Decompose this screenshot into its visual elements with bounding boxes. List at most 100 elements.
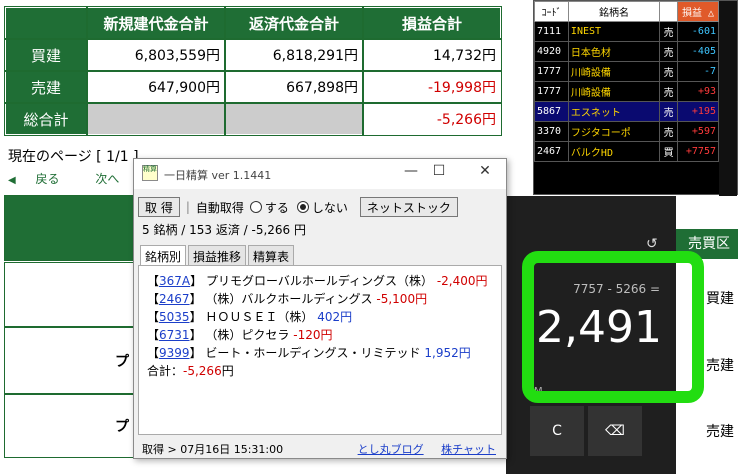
minimize-icon[interactable]: — xyxy=(396,163,426,179)
ranking-pl: +597 xyxy=(677,121,719,142)
ranking-pl: +195 xyxy=(677,101,719,122)
header-pl-total: 損益合計 xyxy=(362,6,502,40)
list-item: 【367A】 プリモグローバルホールディングス（株） -2,400円 xyxy=(147,274,488,288)
highlight-frame xyxy=(522,251,704,403)
ranking-header-code: ｺｰﾄﾞ xyxy=(534,1,569,22)
ranking-scrollbar[interactable] xyxy=(719,1,737,196)
ranking-code: 7111 xyxy=(534,21,569,42)
side-cell: 売建 xyxy=(706,358,734,374)
side-cell: 売建 xyxy=(706,424,734,440)
app-icon-text: 精算 xyxy=(143,165,157,173)
ranking-code: 4920 xyxy=(534,41,569,62)
status-bar: 取得 > 07月16日 15:31:00 とし丸ブログ 株チャット xyxy=(142,441,502,457)
table-row[interactable]: 2467 バルクHD 買 +7757 xyxy=(534,141,719,162)
ranking-header-pl[interactable]: 損益 △ xyxy=(677,1,719,22)
page-indicator: 現在のページ [ 1/1 ] xyxy=(8,149,139,165)
radio-auto-on-label: する xyxy=(264,200,289,215)
ranking-pl: -7 xyxy=(677,61,719,82)
ranking-name: エスネット xyxy=(567,101,661,122)
ranking-code: 3370 xyxy=(534,121,569,142)
back-label: 戻る xyxy=(35,172,60,186)
maximize-icon[interactable]: ☐ xyxy=(424,163,454,179)
ranking-pl: -601 xyxy=(677,21,719,42)
stock-code-link[interactable]: 6731 xyxy=(159,328,190,342)
ranking-header-pl-label: 損益 xyxy=(682,8,702,19)
fetch-timestamp: 取得 > 07月16日 15:31:00 xyxy=(142,443,284,456)
ranking-name: バルクHD xyxy=(567,141,661,162)
table-row: 総合計 -5,266円 xyxy=(4,102,502,136)
stock-code-link[interactable]: 5035 xyxy=(159,310,190,324)
table-row[interactable]: 5867 エスネット 売 +195 xyxy=(534,101,719,122)
ranking-header-name: 銘柄名 xyxy=(567,1,661,22)
ranking-name: 川崎設備 xyxy=(567,81,661,102)
stock-name: （株）バルクホールディングス xyxy=(205,292,373,306)
title-bar[interactable]: 精算 一日精算 ver 1.1441 — ☐ ✕ xyxy=(134,159,506,189)
window-title: 一日精算 ver 1.1441 xyxy=(164,169,272,182)
pl-value: -5,266円 xyxy=(362,102,502,136)
stock-code-link[interactable]: 367A xyxy=(159,274,190,288)
new-total-value: 647,900円 xyxy=(86,70,226,104)
blog-link[interactable]: とし丸ブログ xyxy=(358,443,424,456)
stock-pl: -5,100円 xyxy=(376,292,428,306)
ranking-code: 1777 xyxy=(534,81,569,102)
stock-pl: -120円 xyxy=(293,328,333,342)
table-row[interactable]: 1777 川崎設備 売 -7 xyxy=(534,61,719,82)
ranking-side: 売 xyxy=(659,81,679,102)
ranking-code: 1777 xyxy=(534,61,569,82)
table-row[interactable]: 4920 日本色材 売 -405 xyxy=(534,41,719,62)
auto-fetch-label: 自動取得 xyxy=(195,200,244,215)
ranking-pl: -405 xyxy=(677,41,719,62)
ranking-table: ｺｰﾄﾞ 銘柄名 損益 △ 7111 INEST 売 -601 4920 日本色… xyxy=(534,1,719,162)
ranking-side: 売 xyxy=(659,41,679,62)
stock-code-link[interactable]: 9399 xyxy=(159,346,190,360)
radio-auto-off[interactable] xyxy=(296,201,309,213)
list-cell xyxy=(4,262,136,327)
header-close-total: 返済代金合計 xyxy=(224,6,364,40)
row-label: 買建 xyxy=(4,38,88,72)
table-row[interactable]: 1777 川崎設備 売 +93 xyxy=(534,81,719,102)
table-row[interactable]: 7111 INEST 売 -601 xyxy=(534,21,719,42)
tab-settlement[interactable]: 精算表 xyxy=(248,245,295,267)
ranking-code: 2467 xyxy=(534,141,569,162)
total-value: -5,266 xyxy=(183,364,222,378)
pl-value: -19,998円 xyxy=(362,70,502,104)
table-row[interactable]: 3370 フジタコーポ 売 +597 xyxy=(534,121,719,142)
chat-link[interactable]: 株チャット xyxy=(441,443,496,456)
daily-settlement-dialog: 精算 一日精算 ver 1.1441 — ☐ ✕ 取 得 | 自動取得 する し… xyxy=(133,158,507,459)
total-unit: 円 xyxy=(221,364,234,378)
stock-code-link[interactable]: 2467 xyxy=(159,292,190,306)
triangle-left-icon: ◀ xyxy=(8,175,16,186)
list-header-bg xyxy=(4,195,136,261)
back-link[interactable]: ◀ 戻る xyxy=(8,172,76,186)
pl-value: 14,732円 xyxy=(362,38,502,72)
new-total-value: 6,803,559円 xyxy=(86,38,226,72)
truncated-text-glyph: プ xyxy=(115,419,129,435)
stock-name: （株）ピクセラ xyxy=(205,328,290,342)
close-total-value: 6,818,291円 xyxy=(224,38,364,72)
ranking-side: 売 xyxy=(659,61,679,82)
tab-pl-trend[interactable]: 損益推移 xyxy=(188,245,247,267)
radio-auto-on[interactable] xyxy=(249,201,262,213)
net-stock-button[interactable]: ネットストック xyxy=(359,197,458,217)
total-line: 合計：-5,266円 xyxy=(147,362,495,380)
close-icon[interactable]: ✕ xyxy=(470,163,500,179)
list-cell: プ xyxy=(4,394,136,458)
stock-list-panel: 【367A】 プリモグローバルホールディングス（株） -2,400円 【2467… xyxy=(138,265,502,435)
backspace-button[interactable]: ⌫ xyxy=(588,406,642,456)
side-cell: 買建 xyxy=(706,291,734,307)
table-row: 売建 647,900円 667,898円 -19,998円 xyxy=(4,70,502,104)
row-label: 売建 xyxy=(4,70,88,104)
history-icon[interactable]: ↺ xyxy=(646,236,658,252)
clear-button[interactable]: C xyxy=(530,406,584,456)
sort-up-icon: △ xyxy=(708,8,715,19)
list-item: 【2467】 （株）バルクホールディングス -5,100円 xyxy=(147,292,428,306)
close-total-value: 667,898円 xyxy=(224,70,364,104)
tab-by-stock[interactable]: 銘柄別 xyxy=(140,245,187,267)
ranking-code: 5867 xyxy=(534,101,569,122)
ranking-name: フジタコーポ xyxy=(567,121,661,142)
ranking-side: 売 xyxy=(659,21,679,42)
stock-pl: 1,952円 xyxy=(424,346,471,360)
fetch-button[interactable]: 取 得 xyxy=(138,197,180,217)
stock-pl: 402円 xyxy=(317,310,353,324)
table-row: 買建 6,803,559円 6,818,291円 14,732円 xyxy=(4,38,502,72)
